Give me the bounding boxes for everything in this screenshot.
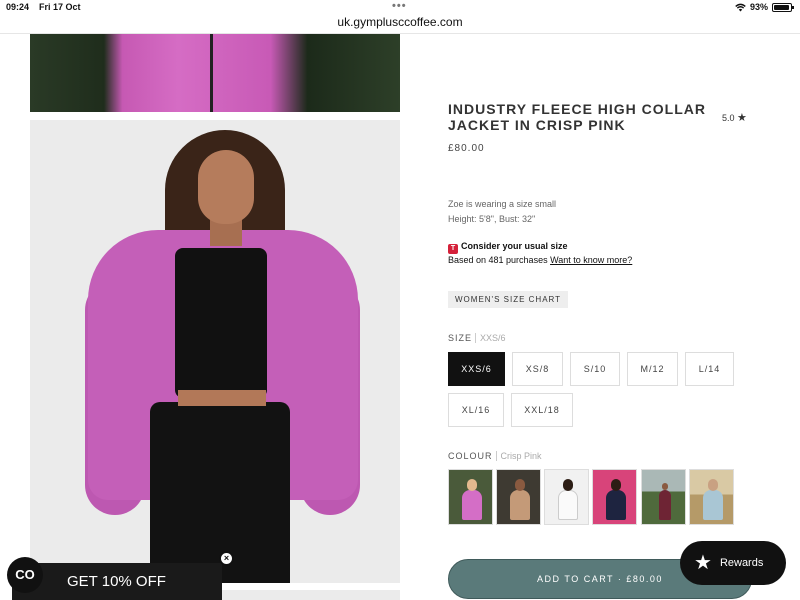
size-chart-button[interactable]: WOMEN'S SIZE CHART	[448, 291, 569, 308]
model-measurements-text: Height: 5'8", Bust: 32"	[448, 214, 536, 224]
wifi-icon	[735, 3, 746, 11]
colour-swatch-tan[interactable]	[496, 469, 541, 525]
fit-title: Consider your usual size	[461, 241, 568, 251]
fit-advisor-icon: T	[448, 244, 458, 254]
status-date: Fri 17 Oct	[39, 2, 81, 12]
size-option[interactable]: S/10	[570, 352, 620, 386]
star-icon: ★	[737, 112, 747, 124]
selected-size-text: XXS/6	[475, 333, 506, 343]
colour-label: COLOUR Crisp Pink	[448, 451, 542, 461]
model-info: Zoe is wearing a size small Height: 5'8"…	[448, 197, 556, 227]
size-heading: SIZE	[448, 333, 473, 343]
size-option[interactable]: XXL/18	[511, 393, 573, 427]
multitask-dots-icon[interactable]: •••	[392, 0, 407, 12]
colour-swatch-light-blue[interactable]	[689, 469, 734, 525]
product-rating[interactable]: 5.0 ★	[722, 111, 747, 124]
rewards-label: Rewards	[719, 557, 764, 569]
fit-recommendation: T Consider your usual size Based on 481 p…	[448, 240, 632, 266]
model-size-text: Zoe is wearing a size small	[448, 199, 557, 209]
close-icon[interactable]: ×	[219, 551, 234, 566]
promo-banner[interactable]: GET 10% OFF	[12, 563, 222, 600]
battery-percent: 93%	[749, 2, 768, 12]
size-label: SIZE XXS/6	[448, 333, 506, 343]
product-price: £80.00	[448, 143, 485, 154]
size-option[interactable]: XXS/6	[448, 352, 505, 386]
colour-swatch-pink[interactable]	[448, 469, 493, 525]
battery-icon	[772, 2, 794, 12]
url-bar[interactable]: uk.gymplusccoffee.com	[0, 14, 800, 34]
colour-swatch-maroon[interactable]	[641, 469, 686, 525]
promo-text: GET 10% OFF	[67, 573, 166, 590]
selected-colour-text: Crisp Pink	[495, 451, 542, 461]
colour-swatch-white[interactable]	[544, 469, 589, 525]
size-option[interactable]: XL/16	[448, 393, 504, 427]
fit-text: Based on 481 purchases	[448, 255, 551, 265]
promo-logo-icon[interactable]: CO	[7, 557, 43, 593]
product-title: INDUSTRY FLEECE HIGH COLLAR JACKET IN CR…	[448, 101, 707, 133]
rating-value: 5.0	[722, 113, 735, 123]
size-option[interactable]: M/12	[627, 352, 678, 386]
product-image-previous	[30, 34, 400, 112]
colour-swatch-navy[interactable]	[592, 469, 637, 525]
status-right: 93%	[735, 2, 794, 12]
star-icon: ★	[694, 552, 712, 574]
status-time: 09:24	[6, 2, 30, 12]
rewards-button[interactable]: ★ Rewards	[680, 541, 786, 585]
url-text: uk.gymplusccoffee.com	[337, 15, 463, 29]
fit-more-link[interactable]: Want to know more?	[550, 255, 632, 265]
size-option[interactable]: XS/8	[512, 352, 563, 386]
colour-heading: COLOUR	[448, 451, 493, 461]
size-option[interactable]: L/14	[685, 352, 734, 386]
status-bar: 09:24 Fri 17 Oct ••• 93%	[0, 0, 800, 14]
product-image-main	[30, 120, 400, 583]
